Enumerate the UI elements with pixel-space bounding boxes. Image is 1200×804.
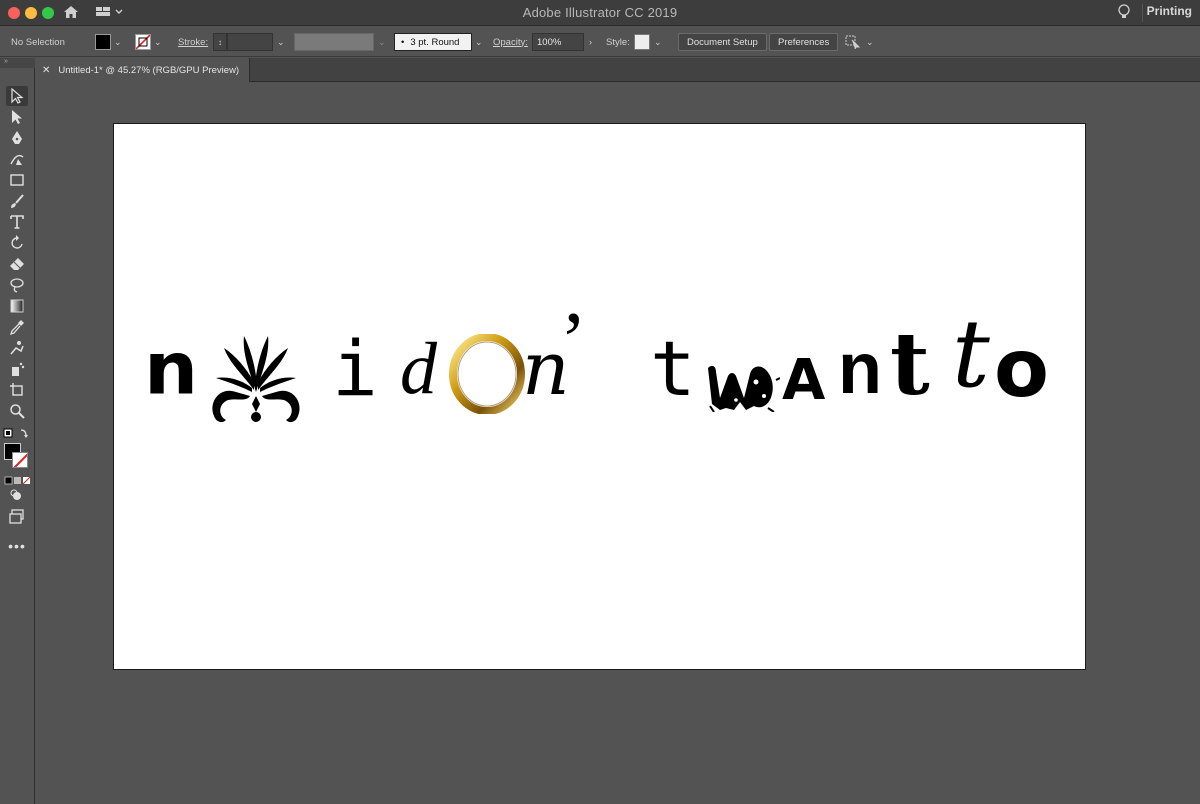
zoom-tool-icon[interactable] <box>6 401 28 421</box>
rotate-tool-icon[interactable] <box>6 233 28 253</box>
direct-selection-tool-icon[interactable] <box>6 107 28 127</box>
stepper-arrows-icon[interactable]: ↕ <box>213 33 227 51</box>
document-tab-bar: ✕ Untitled-1* @ 45.27% (RGB/GPU Preview) <box>36 58 1200 82</box>
graphic-style-control[interactable]: ⌄ <box>634 27 662 57</box>
artboard-tool-icon[interactable] <box>6 380 28 400</box>
fill-color-control[interactable]: ⌄ <box>95 27 122 57</box>
brush-dot-icon: • <box>401 36 405 48</box>
distressed-w-icon <box>708 365 780 412</box>
titlebar-divider <box>1142 4 1143 22</box>
symbol-sprayer-tool-icon[interactable] <box>6 359 28 379</box>
stroke-swatch-icon[interactable] <box>12 452 28 468</box>
eyedropper-tool-icon[interactable] <box>6 317 28 337</box>
glyph-t-mono: t <box>650 324 696 413</box>
glyph-i-mono: i <box>332 324 378 413</box>
glyph-t-italic: t <box>952 300 990 409</box>
chevron-down-icon[interactable]: ⌄ <box>378 37 386 48</box>
chevron-down-icon[interactable]: ⌄ <box>654 37 662 48</box>
gradient-tool-icon[interactable] <box>6 296 28 316</box>
opacity-control[interactable]: 100% › <box>532 27 592 57</box>
toolbar-collapse-handle[interactable]: » <box>0 58 35 68</box>
puppet-warp-tool-icon[interactable] <box>6 338 28 358</box>
selection-status: No Selection <box>11 36 65 48</box>
glyph-d-italic: d <box>400 328 437 410</box>
chevron-right-icon[interactable]: › <box>589 37 592 47</box>
opacity-input[interactable]: 100% <box>532 33 584 51</box>
ornament-glyph-icon <box>212 336 300 423</box>
tab-untitled-1[interactable]: ✕ Untitled-1* @ 45.27% (RGB/GPU Preview) <box>36 58 250 82</box>
stroke-label[interactable]: Stroke: <box>178 27 208 57</box>
style-label: Style: <box>606 36 630 48</box>
quick-actions-icon[interactable] <box>845 35 861 49</box>
chevron-down-icon[interactable]: ⌄ <box>277 37 285 48</box>
opacity-label[interactable]: Opacity: <box>493 27 528 57</box>
swap-fill-stroke-icon[interactable] <box>3 424 29 444</box>
stroke-weight-stepper[interactable]: ↕ ⌄ <box>213 27 285 57</box>
pen-tool-icon[interactable] <box>6 128 28 148</box>
document-setup-button[interactable]: Document Setup <box>678 33 767 51</box>
eraser-tool-icon[interactable] <box>6 254 28 274</box>
lasso-tool-icon[interactable] <box>6 275 28 295</box>
glyph-n-bold: n <box>144 326 199 411</box>
lightbulb-icon[interactable] <box>1116 3 1132 26</box>
gold-ring-o-icon <box>449 334 525 414</box>
chevron-down-icon[interactable]: ⌄ <box>154 37 162 48</box>
glyph-n-heavy: n <box>838 329 882 409</box>
chevron-down-icon[interactable]: ⌄ <box>866 37 874 48</box>
fill-swatch-icon[interactable] <box>95 34 111 50</box>
title-bar: Adobe Illustrator CC 2019 Printing <box>0 0 1200 26</box>
rectangle-tool-icon[interactable] <box>6 170 28 190</box>
stroke-weight-input[interactable] <box>227 33 273 51</box>
more-tools-icon[interactable]: ••• <box>6 536 28 556</box>
preferences-button[interactable]: Preferences <box>769 33 839 51</box>
chevron-down-icon[interactable]: ⌄ <box>475 37 483 48</box>
paintbrush-tool-icon[interactable] <box>6 191 28 211</box>
width-profile-field[interactable] <box>294 33 374 51</box>
stroke-color-control[interactable]: ⌄ <box>135 27 162 57</box>
artboard[interactable]: n i d O n ’ t <box>113 123 1086 670</box>
document-tab-title: Untitled-1* @ 45.27% (RGB/GPU Preview) <box>58 64 240 76</box>
brush-definition-value: 3 pt. Round <box>410 36 460 48</box>
glyph-a-bold: A <box>782 348 826 413</box>
glyph-t-slab: t <box>890 314 930 415</box>
glyph-apostrophe: ’ <box>560 297 587 385</box>
close-icon[interactable]: ✕ <box>42 65 50 76</box>
screen-mode-icon[interactable] <box>6 507 28 527</box>
arrange-documents-control[interactable]: ⌄ <box>845 27 874 57</box>
glyph-o-bold: o <box>994 322 1049 415</box>
tools-panel: » ••• <box>0 58 35 804</box>
curvature-tool-icon[interactable] <box>6 149 28 169</box>
variable-width-profile[interactable]: ⌄ <box>294 27 386 57</box>
app-title: Adobe Illustrator CC 2019 <box>522 5 678 20</box>
stroke-none-icon[interactable] <box>135 34 151 50</box>
graphic-style-swatch[interactable] <box>634 34 650 50</box>
control-bar: No Selection ⌄ ⌄ Stroke: ↕ ⌄ ⌄ • 3 pt. R… <box>0 27 1200 57</box>
workspace-switcher[interactable]: Printing <box>1147 4 1192 18</box>
chevron-down-icon[interactable]: ⌄ <box>114 37 122 48</box>
brush-definition-field[interactable]: • 3 pt. Round <box>394 33 472 51</box>
selection-tool-icon[interactable] <box>6 86 28 106</box>
type-tool-icon[interactable] <box>6 212 28 232</box>
brush-definition-control[interactable]: • 3 pt. Round ⌄ <box>394 27 483 57</box>
drawing-modes-icon[interactable] <box>6 486 28 506</box>
